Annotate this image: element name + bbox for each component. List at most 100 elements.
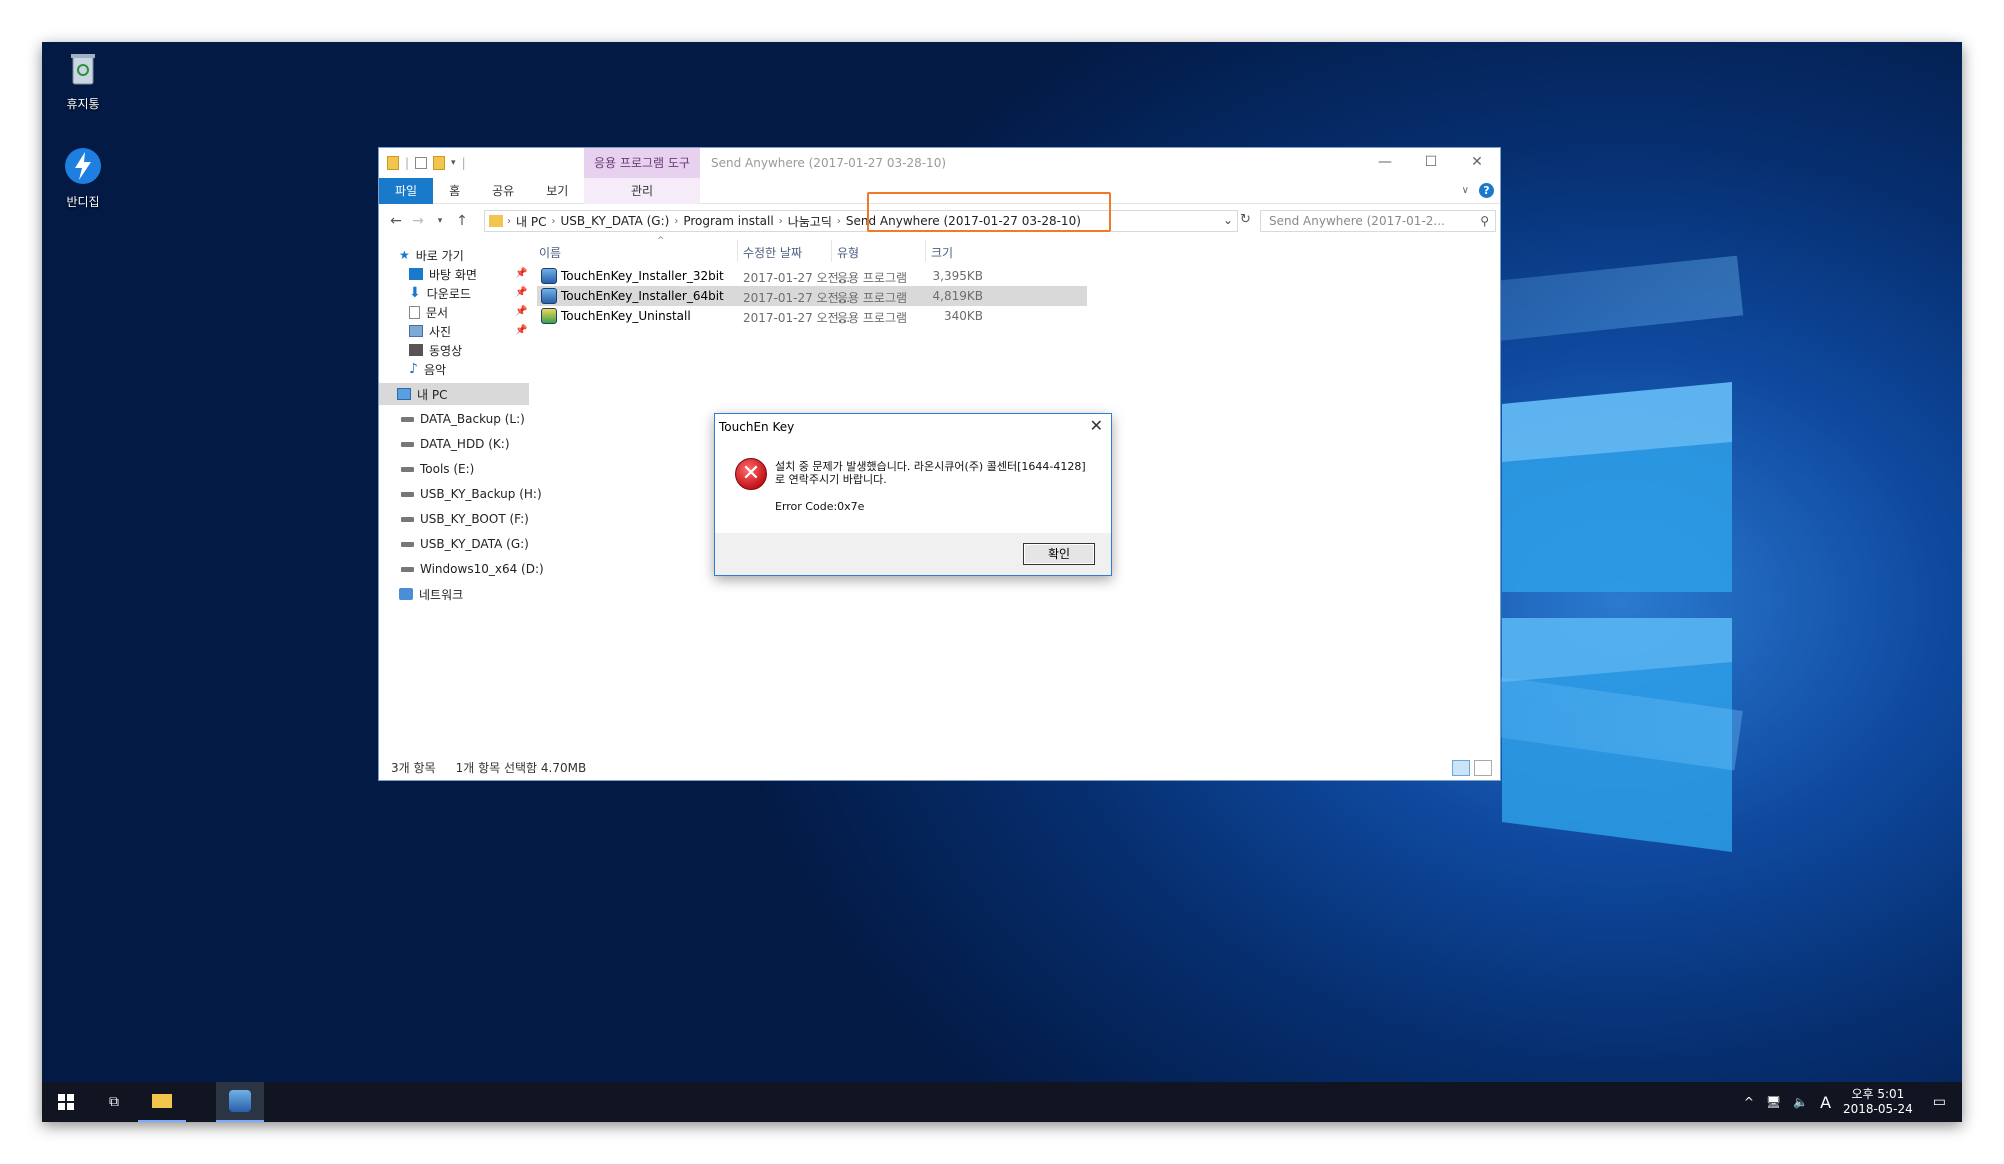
column-header-type[interactable]: 유형 <box>837 244 859 261</box>
screenshot-frame: 휴지통 반디집 | ▾ | 응용 프로그램 도구 Send Anywhere (… <box>42 42 1962 1122</box>
file-size: 3,395KB <box>932 269 983 283</box>
file-type: 응용 프로그램 <box>837 291 908 305</box>
file-date: 2017-01-27 오전... <box>743 271 851 285</box>
nav-drive[interactable]: Tools (E:) <box>401 458 474 480</box>
error-dialog: TouchEn Key ✕ ✕ 설치 중 문제가 발생했습니다. 라온시큐어(주… <box>714 413 1112 576</box>
address-bar[interactable]: › 내 PC › USB_KY_DATA (G:) › Program inst… <box>484 210 1238 232</box>
forward-button[interactable]: → <box>407 213 429 229</box>
breadcrumb-item[interactable]: 내 PC <box>511 213 551 230</box>
file-date: 2017-01-27 오전... <box>743 291 851 305</box>
task-view-icon: ⧉ <box>109 1094 119 1110</box>
tab-manage[interactable]: 관리 <box>584 177 700 204</box>
desktop: 휴지통 반디집 | ▾ | 응용 프로그램 도구 Send Anywhere (… <box>42 42 1962 1122</box>
back-button[interactable]: ← <box>385 213 407 229</box>
video-icon <box>409 344 423 356</box>
nav-this-pc[interactable]: 내 PC <box>379 383 529 405</box>
nav-network[interactable]: 네트워크 <box>399 583 463 605</box>
task-view-button[interactable]: ⧉ <box>90 1082 138 1122</box>
nav-drive[interactable]: USB_KY_DATA (G:) <box>401 533 529 555</box>
clock[interactable]: 오후 5:01 2018-05-24 <box>1843 1087 1913 1117</box>
touchen-key-icon <box>229 1090 251 1112</box>
folder-icon <box>489 215 503 227</box>
network-icon <box>399 588 413 600</box>
file-name: TouchEnKey_Installer_64bit <box>561 289 724 303</box>
chevron-down-icon[interactable]: ▾ <box>451 158 456 168</box>
file-row[interactable]: TouchEnKey_Installer_32bit 2017-01-27 오전… <box>537 266 1087 286</box>
window-controls: — ☐ ✕ <box>1362 148 1500 178</box>
desktop-icon-recycle-bin[interactable]: 휴지통 <box>48 48 118 112</box>
pin-icon: 📌 <box>515 306 528 317</box>
item-count: 3개 항목 <box>391 761 436 775</box>
window-title: Send Anywhere (2017-01-27 03-28-10) <box>711 156 947 170</box>
ime-indicator[interactable]: A <box>1820 1093 1831 1112</box>
drive-icon <box>401 516 414 522</box>
address-dropdown-icon[interactable]: ⌄ <box>1223 213 1233 227</box>
nav-drive[interactable]: Windows10_x64 (D:) <box>401 558 544 580</box>
recycle-bin-icon <box>71 54 95 85</box>
drive-icon <box>401 566 414 572</box>
volume-icon[interactable]: 🔈 <box>1793 1095 1808 1109</box>
error-icon: ✕ <box>735 458 767 490</box>
column-header-size[interactable]: 크기 <box>931 244 953 261</box>
new-folder-icon[interactable] <box>433 156 446 170</box>
pin-icon: 📌 <box>515 325 528 336</box>
large-icons-view-icon[interactable] <box>1474 760 1492 776</box>
desktop-icon-label: 휴지통 <box>66 97 100 111</box>
drive-icon <box>401 466 414 472</box>
file-name: TouchEnKey_Uninstall <box>561 309 691 323</box>
details-view-icon[interactable] <box>1452 760 1470 776</box>
file-name: TouchEnKey_Installer_32bit <box>561 269 724 283</box>
nav-drive[interactable]: DATA_HDD (K:) <box>401 433 510 455</box>
taskbar-file-explorer[interactable] <box>138 1082 186 1122</box>
search-input[interactable]: Send Anywhere (2017-01-2... ⚲ <box>1260 210 1496 232</box>
breadcrumb-item[interactable]: Program install <box>678 214 778 228</box>
file-row[interactable]: TouchEnKey_Uninstall 2017-01-27 오전... 응용… <box>537 306 1087 326</box>
annotation-highlight-box <box>867 192 1111 232</box>
bandizip-icon <box>65 148 101 184</box>
properties-icon[interactable] <box>415 157 428 169</box>
help-icon[interactable]: ? <box>1479 183 1494 198</box>
breadcrumb-item[interactable]: 나눔고딕 <box>783 213 837 230</box>
ok-button[interactable]: 확인 <box>1023 543 1095 565</box>
desktop-icon-label: 반디집 <box>66 195 100 209</box>
music-icon: ♪ <box>409 361 418 377</box>
search-icon: ⚲ <box>1480 214 1489 228</box>
column-header-name[interactable]: 이름 <box>539 244 561 261</box>
pin-icon: 📌 <box>515 287 528 298</box>
system-tray: ^ 🖥 🔈 A 오후 5:01 2018-05-24 ▭ <box>1744 1082 1962 1122</box>
desktop-icon-bandizip[interactable]: 반디집 <box>48 146 118 210</box>
up-button[interactable]: ↑ <box>451 213 473 229</box>
breadcrumb-item[interactable]: USB_KY_DATA (G:) <box>555 214 674 228</box>
recent-locations-icon[interactable]: ▾ <box>429 216 451 226</box>
close-button[interactable]: ✕ <box>1454 148 1500 178</box>
selection-info: 1개 항목 선택함 4.70MB <box>455 761 587 775</box>
network-icon[interactable]: 🖥 <box>1766 1095 1781 1109</box>
taskbar-touchen-key[interactable] <box>216 1082 264 1122</box>
computer-icon <box>397 388 411 400</box>
start-button[interactable] <box>42 1082 90 1122</box>
file-row[interactable]: TouchEnKey_Installer_64bit 2017-01-27 오전… <box>537 286 1087 306</box>
show-hidden-icons-icon[interactable]: ^ <box>1744 1095 1754 1109</box>
maximize-button[interactable]: ☐ <box>1408 148 1454 178</box>
title-bar: | ▾ | 응용 프로그램 도구 Send Anywhere (2017-01-… <box>379 148 1500 178</box>
drive-icon <box>401 416 414 422</box>
minimize-button[interactable]: — <box>1362 148 1408 178</box>
installer-icon <box>541 268 557 284</box>
tab-home[interactable]: 홈 <box>433 178 476 204</box>
tab-view[interactable]: 보기 <box>530 178 584 204</box>
tab-file[interactable]: 파일 <box>379 177 434 204</box>
action-center-icon[interactable]: ▭ <box>1933 1094 1946 1110</box>
uninstaller-icon <box>541 308 557 324</box>
close-icon[interactable]: ✕ <box>1090 416 1103 435</box>
refresh-icon[interactable]: ↻ <box>1240 212 1251 227</box>
nav-item-music[interactable]: ♪ 음악 <box>409 358 446 380</box>
nav-drive[interactable]: USB_KY_BOOT (F:) <box>401 508 529 530</box>
nav-drive[interactable]: DATA_Backup (L:) <box>401 408 525 430</box>
tab-share[interactable]: 공유 <box>476 178 530 204</box>
desktop-icon <box>409 268 423 280</box>
dialog-footer: 확인 <box>715 533 1111 575</box>
expand-ribbon-icon[interactable]: ∨ <box>1462 185 1469 196</box>
column-header-date[interactable]: 수정한 날짜 <box>743 244 802 261</box>
error-code: Error Code:0x7e <box>775 500 865 513</box>
nav-drive[interactable]: USB_KY_Backup (H:) <box>401 483 542 505</box>
